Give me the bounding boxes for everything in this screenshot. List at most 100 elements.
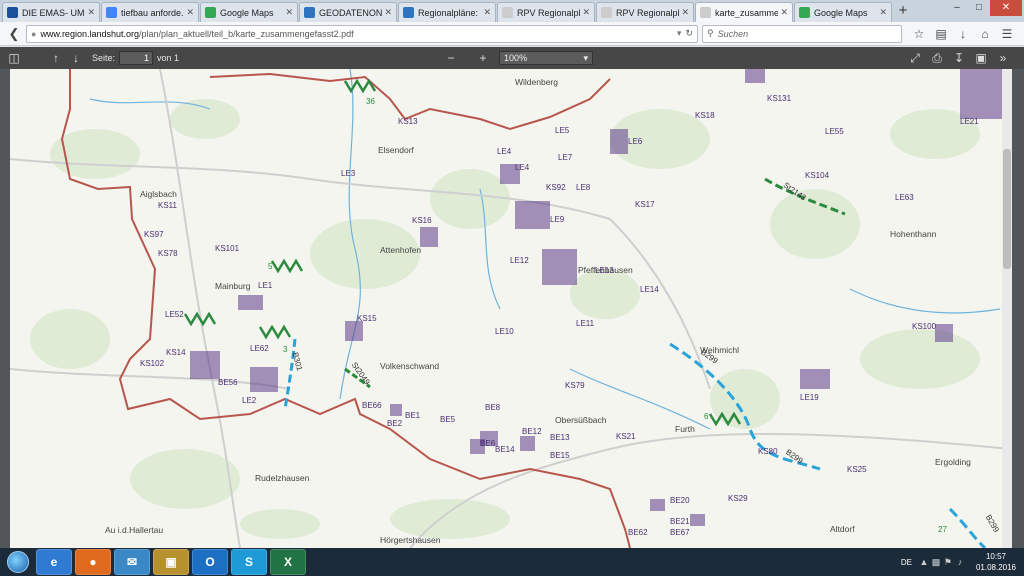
maximize-icon[interactable]: □ xyxy=(968,0,990,16)
town-label: Volkenschwand xyxy=(380,361,440,371)
clock[interactable]: 10:57 01.08.2016 xyxy=(976,551,1016,573)
start-button[interactable] xyxy=(0,548,36,576)
close-tab-icon[interactable]: ✕ xyxy=(582,7,590,18)
zoom-out-button[interactable]: − xyxy=(441,51,461,65)
browser-tab[interactable]: Google Maps ✕ xyxy=(794,2,892,22)
zone-code-label: LE11 xyxy=(576,319,595,328)
town-label: Elsendorf xyxy=(378,145,414,155)
taskbar-app-1[interactable]: ● xyxy=(75,549,111,575)
fullscreen-icon[interactable]: ⤢ xyxy=(904,51,926,66)
menu-icon[interactable]: ☰ xyxy=(996,27,1018,41)
back-button[interactable]: ❮ xyxy=(4,24,24,44)
corridor-number-label: 3 xyxy=(283,345,288,354)
zone-code-label: KS131 xyxy=(767,94,792,103)
tools-icon[interactable]: » xyxy=(992,51,1014,65)
stream-line xyxy=(849,288,1001,314)
close-tab-icon[interactable]: ✕ xyxy=(384,7,392,18)
print-icon[interactable]: ⎙ xyxy=(926,51,948,66)
tab-title: tiefbau anforde... xyxy=(121,7,185,18)
browser-tab[interactable]: DIE EMAS- UM... ✕ xyxy=(2,2,100,22)
zone-code-label: BE67 xyxy=(670,528,690,537)
forest-area xyxy=(570,269,640,319)
close-tab-icon[interactable]: ✕ xyxy=(285,7,293,18)
bookmark-star-icon[interactable]: ☆ xyxy=(908,27,930,41)
hatched-area xyxy=(238,295,263,310)
close-window-icon[interactable]: ✕ xyxy=(990,0,1022,16)
browser-tab[interactable]: Google Maps ✕ xyxy=(200,2,298,22)
forest-area xyxy=(170,99,240,139)
close-tab-icon[interactable]: ✕ xyxy=(483,7,491,18)
bookmark-icon[interactable]: ▣ xyxy=(970,51,992,65)
town-label: Ergolding xyxy=(935,457,971,467)
close-tab-icon[interactable]: ✕ xyxy=(681,7,689,18)
tray-arrow-icon[interactable]: ▲ xyxy=(918,557,930,568)
taskbar-app-4[interactable]: O xyxy=(192,549,228,575)
save-icon[interactable]: ↧ xyxy=(948,51,970,65)
road-b299 xyxy=(948,507,987,548)
corridor-chevron xyxy=(343,78,377,94)
zone-code-label: KS102 xyxy=(140,359,165,368)
zone-code-label: LE5 xyxy=(555,126,570,135)
taskbar-app-0[interactable]: e xyxy=(36,549,72,575)
browser-tab[interactable]: tiefbau anforde... ✕ xyxy=(101,2,199,22)
town-label: Aiglsbach xyxy=(140,189,177,199)
zone-code-label: BE13 xyxy=(550,433,570,442)
taskbar-app-6[interactable]: X xyxy=(270,549,306,575)
vertical-scrollbar[interactable] xyxy=(1002,69,1012,548)
zone-code-label: KS14 xyxy=(166,348,186,357)
clipboard-icon[interactable]: ▤ xyxy=(930,27,952,41)
close-tab-icon[interactable]: ✕ xyxy=(87,7,95,18)
minimize-icon[interactable]: – xyxy=(946,0,968,16)
zoom-select[interactable]: 100% ▾ xyxy=(499,51,594,65)
window-controls: – □ ✕ xyxy=(946,0,1022,16)
map-graphic xyxy=(10,69,1011,548)
zone-code-label: BE62 xyxy=(628,528,648,537)
map-document[interactable]: Wildenberg Elsendorf Aiglsbach Attenhofen Ho… xyxy=(10,69,1012,548)
browser-tab[interactable]: RPV Regionalplan✕ xyxy=(497,2,595,22)
zone-code-label: LE55 xyxy=(825,127,844,136)
forest-area xyxy=(770,189,860,259)
close-tab-icon[interactable]: ✕ xyxy=(780,7,788,18)
network-icon[interactable]: ▩ xyxy=(930,557,942,568)
sidebar-toggle-icon[interactable]: ◫ xyxy=(4,51,24,65)
page-number-input[interactable]: 1 xyxy=(119,51,154,65)
language-indicator[interactable]: DE xyxy=(901,558,912,567)
search-icon: ⚲ xyxy=(707,28,714,38)
search-input[interactable]: ⚲ Suchen xyxy=(702,24,902,43)
taskbar-app-2[interactable]: ✉ xyxy=(114,549,150,575)
close-tab-icon[interactable]: ✕ xyxy=(186,7,194,18)
download-icon[interactable]: ↓ xyxy=(952,27,974,41)
previous-page-icon[interactable]: ↑ xyxy=(46,51,66,65)
zone-code-label: LE2 xyxy=(242,396,257,405)
zone-code-label: BE56 xyxy=(218,378,238,387)
next-page-icon[interactable]: ↓ xyxy=(66,51,86,65)
flag-icon[interactable]: ⚑ xyxy=(942,557,954,568)
zone-code-label: BE8 xyxy=(485,403,501,412)
reload-icon[interactable]: ↻ xyxy=(685,28,693,39)
hatched-area xyxy=(420,227,438,247)
browser-tab[interactable]: RPV Regionalplan✕ xyxy=(596,2,694,22)
browser-tab[interactable]: Regionalpläne: ... ✕ xyxy=(398,2,496,22)
close-tab-icon[interactable]: ✕ xyxy=(879,7,887,18)
zoom-in-button[interactable]: + xyxy=(473,51,493,65)
home-icon[interactable]: ⌂ xyxy=(974,27,996,41)
url-path: /plan/plan_aktuell/teil_b/karte_zusammen… xyxy=(139,28,354,39)
tab-favicon-icon xyxy=(502,7,513,18)
zone-code-label: KS97 xyxy=(144,230,164,239)
browser-tab[interactable]: GEODATENON...✕ xyxy=(299,2,397,22)
url-bar[interactable]: ● www.region.landshut.org/plan/plan_aktu… xyxy=(26,24,698,43)
taskbar-app-5[interactable]: S xyxy=(231,549,267,575)
clock-date: 01.08.2016 xyxy=(975,563,1016,572)
hatched-area xyxy=(190,351,220,379)
zone-code-label: LE13 xyxy=(595,266,614,275)
taskbar-app-3[interactable]: ▣ xyxy=(153,549,189,575)
dropdown-icon[interactable]: ▾ xyxy=(677,28,682,39)
scrollbar-thumb[interactable] xyxy=(1003,149,1011,269)
hatched-area xyxy=(542,249,577,285)
tab-favicon-icon xyxy=(601,7,612,18)
tab-favicon-icon xyxy=(106,7,117,18)
hatched-area xyxy=(515,201,550,229)
volume-icon[interactable]: ♪ xyxy=(954,557,966,568)
browser-tab[interactable]: karte_zusammenge...✕ xyxy=(695,2,793,22)
new-tab-button[interactable]: + xyxy=(893,2,913,22)
